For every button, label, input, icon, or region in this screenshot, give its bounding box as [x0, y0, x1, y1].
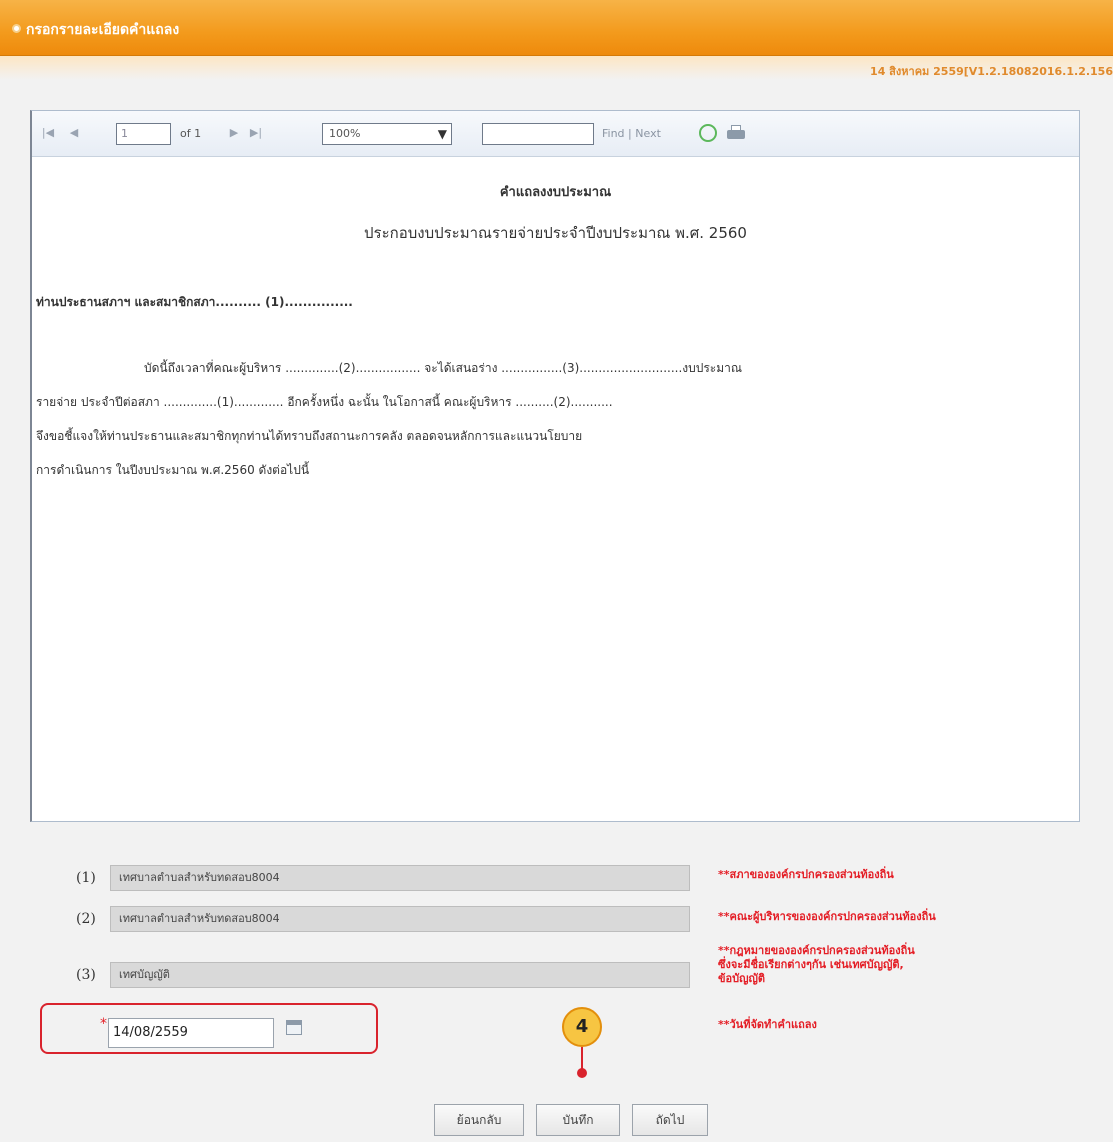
field-number: (3) [76, 967, 96, 983]
find-links: Find | Next [602, 127, 661, 140]
find-link[interactable]: Find [602, 127, 625, 140]
document-paragraph-line: บัดนี้ถึงเวลาที่คณะผู้บริหาร ...........… [144, 361, 743, 375]
bullet-icon [12, 24, 21, 33]
prev-page-icon[interactable]: ◀ [66, 125, 82, 141]
save-button[interactable]: บันทึก [536, 1104, 620, 1136]
find-separator: | [628, 127, 632, 140]
step-marker: 4 [562, 1007, 602, 1047]
page-number-input[interactable]: 1 [116, 123, 171, 145]
date-version-label: 14 สิงหาคม 2559[V1.2.18082016.1.2.156 [870, 65, 1113, 78]
executive-name-field: เทศบาลตำบลสำหรับทดสอบ8004 [110, 906, 690, 932]
refresh-icon[interactable] [699, 124, 717, 142]
council-name-field: เทศบาลตำบลสำหรับทดสอบ8004 [110, 865, 690, 891]
field-hint: **คณะผู้บริหารขององค์กรปกครองส่วนท้องถิ่… [718, 910, 936, 923]
zoom-select[interactable]: 100% ▼ [322, 123, 452, 145]
zoom-value: 100% [329, 127, 361, 140]
next-button[interactable]: ถัดไป [632, 1104, 708, 1136]
calendar-icon[interactable] [286, 1020, 302, 1035]
field-hint: **กฎหมายขององค์กรปกครองส่วนท้องถิ่น ซึ่ง… [718, 944, 915, 986]
next-page-icon[interactable]: ▶ [226, 125, 242, 141]
page-count-label: of 1 [180, 127, 202, 140]
field-hint-line: ข้อบัญญัติ [718, 972, 765, 985]
required-marker: * [100, 1016, 107, 1032]
document-salutation: ท่านประธานสภาฯ และสมาชิกสภา.......... (1… [36, 295, 353, 309]
field-hint: **สภาขององค์กรปกครองส่วนท้องถิ่น [718, 868, 894, 881]
page-title: กรอกรายละเอียดคำแถลง [26, 22, 180, 38]
document-heading: คำแถลงงบประมาณ [499, 185, 612, 200]
step-marker-dot [577, 1068, 587, 1078]
last-page-icon[interactable]: ▶| [248, 125, 264, 141]
first-page-icon[interactable]: |◀ [40, 125, 56, 141]
document-paragraph-line: รายจ่าย ประจำปีต่อสภา ..............(1).… [36, 395, 613, 409]
back-button[interactable]: ย้อนกลับ [434, 1104, 524, 1136]
law-type-field: เทศบัญญัติ [110, 962, 690, 988]
next-link[interactable]: Next [635, 127, 661, 140]
field-number: (1) [76, 870, 96, 886]
print-icon[interactable] [726, 124, 746, 142]
document-paragraph-line: การดำเนินการ ในปีงบประมาณ พ.ศ.2560 ดังต่… [36, 463, 310, 477]
document-paragraph-line: จึงขอชี้แจงให้ท่านประธานและสมาชิกทุกท่าน… [36, 429, 583, 443]
chevron-down-icon: ▼ [437, 127, 447, 141]
date-hint: **วันที่จัดทำคำแถลง [718, 1018, 817, 1031]
field-hint-line: **กฎหมายขององค์กรปกครองส่วนท้องถิ่น [718, 944, 915, 957]
report-toolbar: |◀ ◀ 1 of 1 ▶ ▶| 100% ▼ Find | Next [32, 111, 1079, 157]
field-number: (2) [76, 911, 96, 927]
document-subheading: ประกอบงบประมาณรายจ่ายประจำปีงบประมาณ พ.ศ… [364, 224, 747, 242]
date-input[interactable]: 14/08/2559 [108, 1018, 274, 1048]
field-hint-line: ซึ่งจะมีชื่อเรียกต่างๆกัน เช่นเทศบัญญัติ… [718, 958, 904, 971]
page-header: กรอกรายละเอียดคำแถลง [0, 0, 1113, 56]
report-viewer: |◀ ◀ 1 of 1 ▶ ▶| 100% ▼ Find | Next คำแถ… [30, 110, 1080, 822]
find-input[interactable] [482, 123, 594, 145]
version-bar: 14 สิงหาคม 2559[V1.2.18082016.1.2.156 [0, 56, 1113, 80]
